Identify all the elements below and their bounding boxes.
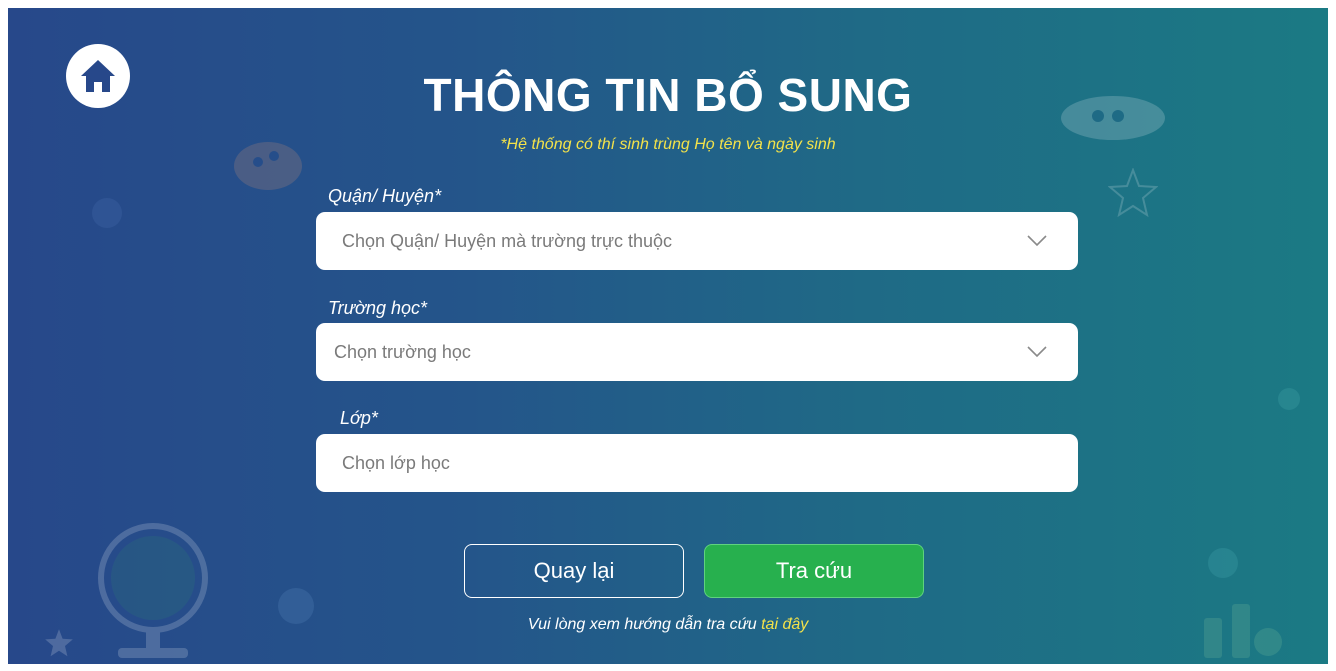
star-decoration (1108, 168, 1158, 218)
bubble-decoration (1278, 388, 1300, 410)
guide-text: Vui lòng xem hướng dẫn tra cứu tại đây (8, 616, 1328, 634)
guide-link[interactable]: tại đây (761, 616, 808, 633)
class-field[interactable]: Chọn lớp học (316, 434, 1078, 492)
duplicate-notice: *Hệ thống có thí sinh trùng Họ tên và ng… (500, 136, 836, 153)
class-label: Lớp* (340, 408, 378, 428)
page-title: THÔNG TIN BỔ SUNG (423, 69, 913, 121)
guide-message: Vui lòng xem hướng dẫn tra cứu (527, 616, 762, 633)
school-label: Trường học* (328, 298, 427, 318)
search-button[interactable]: Tra cứu (704, 544, 924, 598)
chevron-down-icon (1027, 235, 1047, 247)
district-label: Quận/ Huyện* (328, 186, 442, 206)
bubble-decoration (1208, 548, 1238, 578)
school-select[interactable]: Chọn trường học (316, 323, 1078, 381)
class-placeholder: Chọn lớp học (342, 453, 450, 473)
screen: THÔNG TIN BỔ SUNG *Hệ thống có thí sinh … (8, 8, 1328, 664)
chevron-down-icon (1027, 346, 1047, 358)
district-select[interactable]: Chọn Quận/ Huyện mà trường trực thuộc (316, 212, 1078, 270)
district-placeholder: Chọn Quận/ Huyện mà trường trực thuộc (342, 231, 673, 251)
bubble-decoration (92, 198, 122, 228)
back-button[interactable]: Quay lại (464, 544, 684, 598)
globe-decoration (98, 523, 208, 658)
school-placeholder: Chọn trường học (334, 342, 471, 362)
